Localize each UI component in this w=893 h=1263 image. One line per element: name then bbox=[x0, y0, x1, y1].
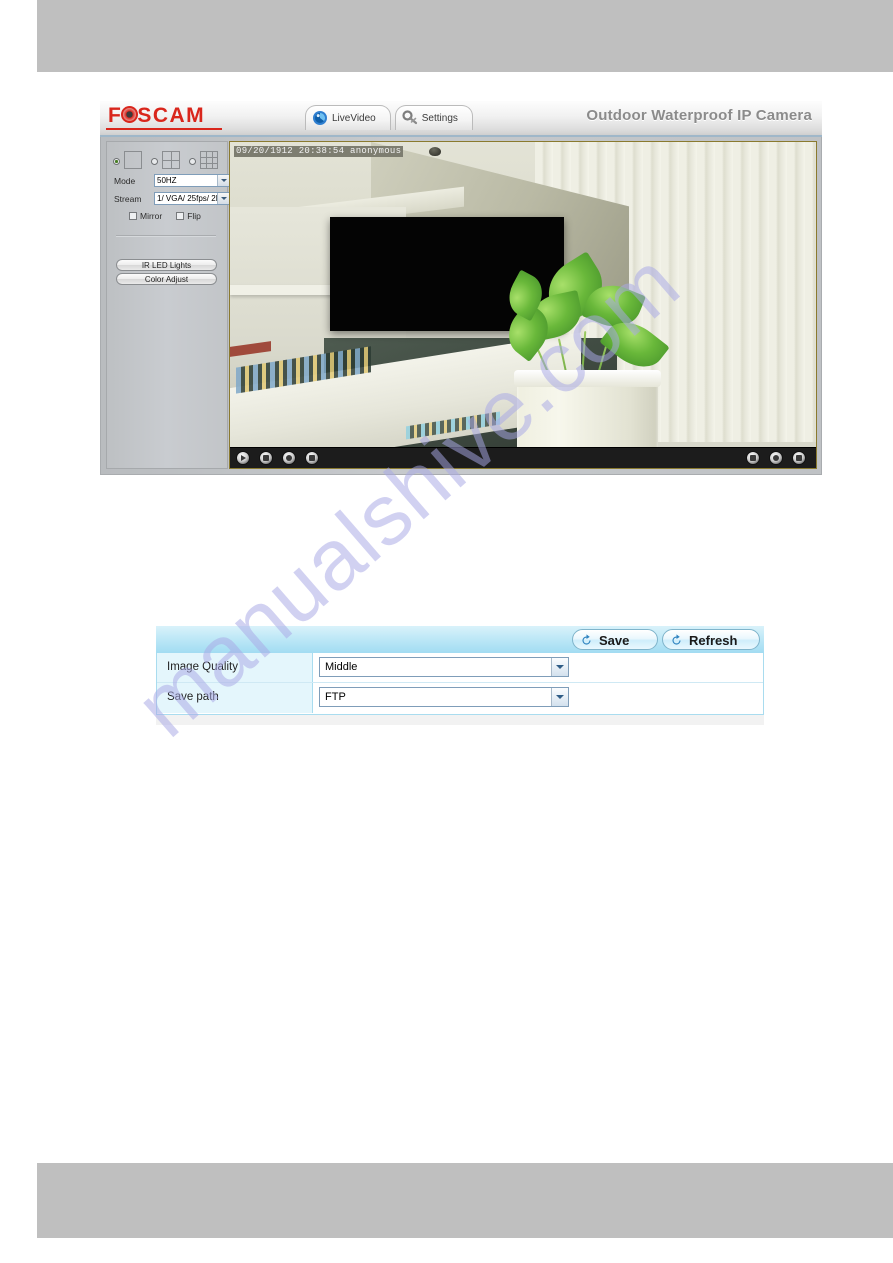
tab-settings-label: Settings bbox=[421, 113, 458, 124]
camera-header: F SCAM LiveVideo Settings Outdoor Waterp… bbox=[100, 101, 822, 137]
video-toolbar bbox=[230, 447, 816, 468]
mode-label: Mode bbox=[114, 176, 136, 186]
stream-value: 1/ VGA/ 25fps/ 2M bbox=[157, 194, 223, 203]
stream-select[interactable]: 1/ VGA/ 25fps/ 2M bbox=[154, 192, 230, 205]
chevron-down-icon[interactable] bbox=[551, 688, 568, 706]
save-path-label: Save path bbox=[157, 683, 313, 713]
row-image-quality: Image Quality Middle bbox=[157, 653, 763, 683]
sidebar-divider bbox=[116, 235, 216, 237]
tab-bar: LiveVideo Settings bbox=[305, 105, 477, 135]
snapshot-settings-panel: Save Refresh Image Quality Middle Save p… bbox=[156, 626, 764, 725]
talk-icon[interactable] bbox=[769, 451, 783, 465]
play-icon[interactable] bbox=[236, 451, 250, 465]
wrench-gear-icon bbox=[402, 110, 417, 125]
save-arrow-icon bbox=[582, 634, 591, 645]
settings-toolbar: Save Refresh bbox=[156, 626, 764, 653]
refresh-arrow-icon bbox=[672, 634, 681, 645]
flip-checkbox[interactable]: Flip bbox=[176, 210, 201, 222]
mirror-checkbox[interactable]: Mirror bbox=[129, 210, 162, 222]
mirror-label: Mirror bbox=[140, 211, 163, 221]
settings-panel-footer bbox=[156, 715, 764, 725]
view-mode-group bbox=[113, 150, 225, 172]
snapshot-icon[interactable] bbox=[305, 451, 319, 465]
chevron-down-icon[interactable] bbox=[217, 193, 229, 204]
camera-sidebar: Mode 50HZ Stream 1/ VGA/ 25fps/ 2M Mirro… bbox=[106, 141, 230, 469]
camera-web-ui: F SCAM LiveVideo Settings Outdoor Waterp… bbox=[100, 101, 822, 475]
save-path-select[interactable]: FTP bbox=[319, 687, 569, 707]
page-footer-band bbox=[37, 1163, 893, 1238]
page-header-band bbox=[37, 0, 893, 72]
scene-ceiling-dome bbox=[429, 146, 442, 156]
mode-value: 50HZ bbox=[157, 176, 177, 185]
camera-title: Outdoor Waterproof IP Camera bbox=[586, 107, 812, 124]
grid-3x3-icon bbox=[200, 151, 218, 169]
fullscreen-icon[interactable] bbox=[792, 451, 806, 465]
refresh-label: Refresh bbox=[689, 633, 738, 648]
ir-led-lights-button[interactable]: IR LED Lights bbox=[116, 259, 217, 271]
camera-body: Mode 50HZ Stream 1/ VGA/ 25fps/ 2M Mirro… bbox=[100, 137, 822, 475]
mirror-flip-group: Mirror Flip bbox=[129, 210, 215, 222]
stop-icon[interactable] bbox=[259, 451, 273, 465]
save-button[interactable]: Save bbox=[572, 629, 658, 650]
checkbox-icon[interactable] bbox=[176, 212, 185, 220]
foscam-logo: F SCAM bbox=[108, 104, 206, 127]
camera-lens-icon bbox=[313, 111, 327, 125]
flip-label: Flip bbox=[187, 211, 201, 221]
stream-label: Stream bbox=[114, 194, 142, 204]
live-video-view[interactable]: 09/20/1912 20:38:54 anonymous bbox=[229, 141, 817, 469]
image-quality-label: Image Quality bbox=[157, 653, 313, 682]
row-save-path: Save path FTP bbox=[157, 683, 763, 713]
radio-quad-icon[interactable] bbox=[151, 158, 158, 165]
tab-livevideo-label: LiveVideo bbox=[332, 113, 376, 124]
color-adjust-button[interactable]: Color Adjust bbox=[116, 273, 217, 285]
video-osd-timestamp: 09/20/1912 20:38:54 anonymous bbox=[234, 146, 404, 157]
record-icon[interactable] bbox=[282, 451, 296, 465]
settings-rows: Image Quality Middle Save path FTP bbox=[156, 653, 764, 715]
video-scene bbox=[230, 142, 816, 468]
save-label: Save bbox=[599, 633, 630, 648]
mode-select[interactable]: 50HZ bbox=[154, 174, 230, 187]
image-quality-select[interactable]: Middle bbox=[319, 657, 569, 677]
tab-settings[interactable]: Settings bbox=[394, 105, 473, 130]
grid-2x2-icon bbox=[162, 151, 180, 169]
radio-single-icon[interactable] bbox=[113, 158, 120, 165]
refresh-button[interactable]: Refresh bbox=[662, 629, 760, 650]
tab-livevideo[interactable]: LiveVideo bbox=[305, 105, 391, 130]
radio-nine-icon[interactable] bbox=[189, 158, 196, 165]
chevron-down-icon[interactable] bbox=[217, 175, 229, 186]
checkbox-icon[interactable] bbox=[129, 212, 137, 220]
chevron-down-icon[interactable] bbox=[551, 658, 568, 676]
audio-icon[interactable] bbox=[746, 451, 760, 465]
logo-lens-icon bbox=[121, 106, 139, 123]
image-quality-value: Middle bbox=[325, 661, 358, 673]
save-path-value: FTP bbox=[325, 691, 346, 703]
logo-underline bbox=[106, 128, 222, 130]
grid-1x1-icon bbox=[124, 151, 142, 169]
